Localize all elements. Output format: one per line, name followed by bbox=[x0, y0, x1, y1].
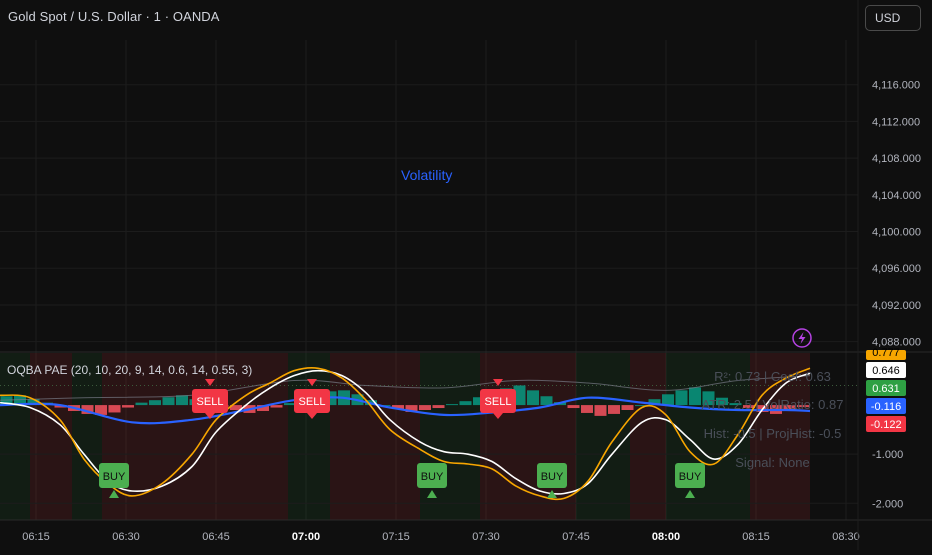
buy-label: BUY bbox=[103, 471, 126, 483]
stat-line-regression: R²: 0.73 | Coef: 0.63 bbox=[714, 369, 831, 384]
zone-bear bbox=[630, 353, 666, 520]
histogram-bar bbox=[432, 405, 445, 409]
histogram-bar bbox=[459, 401, 472, 406]
zone-bear bbox=[30, 353, 72, 520]
time-tick-label: 08:15 bbox=[742, 531, 770, 543]
zone-bear bbox=[192, 353, 288, 520]
zone-bull bbox=[576, 353, 630, 520]
zone-bull bbox=[72, 353, 102, 520]
value-badge-text: 0.631 bbox=[872, 383, 900, 395]
sell-label: SELL bbox=[299, 396, 326, 408]
value-badge-text: 0.777 bbox=[872, 347, 900, 359]
histogram-bar bbox=[527, 390, 539, 406]
time-tick-label: 06:30 bbox=[112, 531, 140, 543]
histogram-bar bbox=[446, 404, 458, 406]
price-tick-label: 4,104.000 bbox=[872, 190, 921, 202]
price-tick-label: 4,108.000 bbox=[872, 153, 921, 165]
zone-bear bbox=[330, 353, 420, 520]
time-tick-label: 07:15 bbox=[382, 531, 410, 543]
buy-label: BUY bbox=[541, 471, 564, 483]
sell-label: SELL bbox=[197, 396, 224, 408]
chart-window[interactable]: SELL BUY SELL BUY SELL BUY BUY 4,116.000 4,112.0… bbox=[0, 0, 932, 550]
currency-button[interactable]: USD bbox=[865, 5, 921, 31]
time-tick-label: 08:30 bbox=[832, 531, 860, 543]
histogram-bar bbox=[270, 405, 283, 408]
value-badge: 0.646 bbox=[866, 362, 906, 378]
buy-label: BUY bbox=[679, 471, 702, 483]
time-tick-label: 08:00 bbox=[652, 531, 680, 543]
value-badge-text: 0.646 bbox=[872, 365, 900, 377]
stat-line-hist: Hist: -0.5 | ProjHist: -0.5 bbox=[703, 426, 842, 441]
buy-label: BUY bbox=[421, 471, 444, 483]
histogram-bar bbox=[621, 405, 634, 410]
histogram-bar bbox=[675, 390, 688, 406]
stat-line-signal: Signal: None bbox=[735, 455, 810, 470]
histogram-bar bbox=[581, 405, 593, 413]
value-badges: 0.777 0.646 0.631 -0.116 -0.122 bbox=[866, 347, 906, 432]
histogram-bar bbox=[567, 405, 580, 409]
histogram-bar bbox=[419, 405, 431, 410]
histogram-bar bbox=[608, 405, 620, 414]
stat-line-atr: ATR: 2.5 | VolRatio: 0.87 bbox=[701, 397, 844, 412]
histogram-bar bbox=[162, 397, 175, 406]
value-badge-text: -0.122 bbox=[870, 419, 901, 431]
value-badge-text: -0.116 bbox=[871, 401, 901, 413]
histogram-bar bbox=[122, 405, 134, 408]
histogram-bar bbox=[540, 396, 553, 406]
histogram-bar bbox=[108, 405, 121, 413]
volatility-label: Volatility bbox=[401, 167, 453, 183]
indicator-tick-label: -2.000 bbox=[872, 498, 903, 510]
value-badge: -0.122 bbox=[866, 416, 906, 432]
time-tick-label: 06:15 bbox=[22, 531, 50, 543]
price-tick-label: 4,116.000 bbox=[872, 80, 920, 92]
histogram-bar bbox=[594, 405, 607, 416]
indicator-tick-label: -1.000 bbox=[872, 449, 903, 461]
price-tick-label: 4,112.000 bbox=[872, 116, 920, 128]
value-badge: -0.116 bbox=[866, 398, 906, 414]
time-tick-label: 07:00 bbox=[292, 531, 320, 543]
histogram-bar bbox=[135, 402, 148, 406]
histogram-bar bbox=[149, 400, 161, 406]
value-badge: 0.631 bbox=[866, 380, 906, 396]
symbol-title: Gold Spot / U.S. Dollar · 1 · OANDA bbox=[8, 9, 220, 24]
histogram-bar bbox=[176, 395, 188, 406]
indicator-title[interactable]: OQBA PAE (20, 10, 20, 9, 14, 0.6, 14, 0.… bbox=[7, 363, 252, 377]
zone-bull bbox=[288, 353, 330, 520]
zone-bull bbox=[0, 353, 30, 520]
price-tick-label: 4,092.000 bbox=[872, 300, 921, 312]
time-tick-label: 07:45 bbox=[562, 531, 590, 543]
time-tick-label: 06:45 bbox=[202, 531, 230, 543]
histogram-bar bbox=[662, 394, 674, 406]
price-tick-label: 4,100.000 bbox=[872, 227, 921, 239]
price-tick-label: 4,096.000 bbox=[872, 263, 921, 275]
sell-label: SELL bbox=[485, 396, 512, 408]
time-tick-label: 07:30 bbox=[472, 531, 500, 543]
zone-bear bbox=[480, 353, 576, 520]
